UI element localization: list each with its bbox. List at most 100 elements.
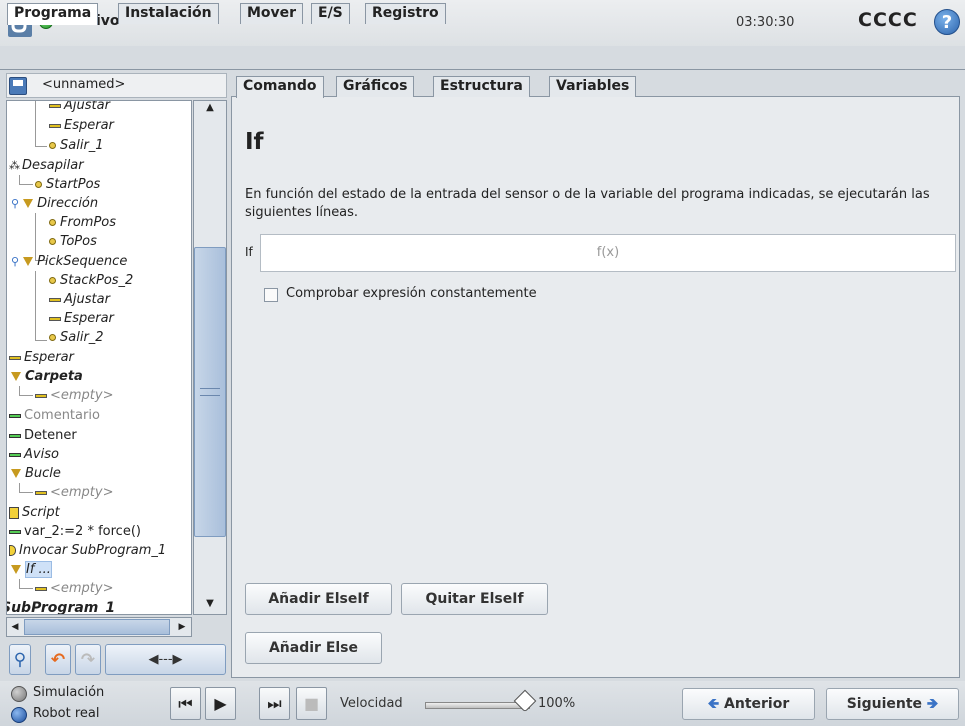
play-icon[interactable]: ▶ bbox=[205, 687, 236, 720]
tab-graficos[interactable]: Gráficos bbox=[336, 76, 415, 97]
waypoint-icon bbox=[49, 219, 56, 226]
if-label: If bbox=[245, 245, 253, 259]
real-robot-label[interactable]: Robot real bbox=[33, 706, 99, 721]
step-icon[interactable]: ⏭ bbox=[259, 687, 290, 720]
tree-node[interactable]: Ajustar bbox=[49, 291, 110, 309]
tree-node[interactable]: Aviso bbox=[9, 446, 59, 464]
check-continuously-label[interactable]: Comprobar expresión constantemente bbox=[286, 286, 537, 301]
tree-node[interactable]: StackPos_2 bbox=[49, 272, 133, 290]
speed-slider[interactable] bbox=[425, 702, 530, 709]
tree-node[interactable]: <empty> bbox=[35, 387, 114, 405]
wait-icon bbox=[49, 103, 61, 108]
search-icon[interactable]: ⚲ bbox=[9, 644, 31, 675]
tree-node-selected[interactable]: If ... bbox=[11, 561, 52, 579]
next-button[interactable]: Siguiente 🡺 bbox=[826, 688, 959, 720]
tree-node[interactable]: Bucle bbox=[11, 465, 61, 483]
tab-registro[interactable]: Registro bbox=[365, 3, 446, 24]
expand-icon: ⚲ bbox=[11, 255, 20, 268]
if-icon bbox=[11, 565, 21, 574]
tab-instalacion[interactable]: Instalación bbox=[118, 3, 219, 24]
program-tree[interactable]: Ajustar Esperar Salir_1 Desapilar StartP… bbox=[6, 100, 192, 615]
scroll-grip-icon bbox=[200, 388, 220, 396]
real-robot-radio[interactable] bbox=[11, 707, 27, 723]
wait-icon bbox=[49, 123, 61, 128]
waypoint-icon bbox=[49, 334, 56, 341]
add-else-button[interactable]: Añadir Else bbox=[245, 632, 382, 664]
save-icon[interactable] bbox=[9, 77, 27, 95]
help-icon[interactable]: ? bbox=[934, 9, 960, 35]
folder-icon bbox=[23, 257, 34, 266]
folder-icon bbox=[23, 199, 34, 208]
tree-node[interactable]: ⚲ Dirección bbox=[11, 195, 98, 213]
clock: 03:30:30 bbox=[736, 15, 795, 30]
scroll-right-icon[interactable]: ▶ bbox=[174, 619, 190, 635]
halt-icon bbox=[9, 433, 21, 438]
main-tab-bar bbox=[0, 46, 965, 70]
tree-node[interactable]: Esperar bbox=[49, 310, 114, 328]
tree-node[interactable]: <empty> bbox=[35, 580, 114, 598]
arrow-right-icon: 🡺 bbox=[926, 696, 939, 712]
simulation-label[interactable]: Simulación bbox=[33, 685, 104, 700]
previous-button[interactable]: 🡸 Anterior bbox=[682, 688, 815, 720]
tree-node[interactable]: FromPos bbox=[49, 214, 116, 232]
tree-node[interactable]: Salir_1 bbox=[49, 137, 104, 155]
skip-back-icon[interactable]: ⏮ bbox=[170, 687, 201, 720]
tree-node[interactable]: Comentario bbox=[9, 407, 100, 425]
add-elseif-button[interactable]: Añadir ElseIf bbox=[245, 583, 392, 615]
waypoint-icon bbox=[49, 277, 56, 284]
tree-node[interactable]: var_2:=2 * force() bbox=[9, 523, 141, 541]
tree-node[interactable]: Carpeta bbox=[11, 368, 83, 386]
tree-node[interactable]: ⚲ PickSequence bbox=[11, 253, 127, 271]
hscroll-thumb[interactable] bbox=[24, 619, 170, 635]
comment-icon bbox=[9, 413, 21, 418]
popup-icon bbox=[9, 452, 21, 457]
tree-node[interactable]: ToPos bbox=[49, 233, 97, 251]
pallet-icon bbox=[9, 157, 21, 175]
tree-node[interactable]: StartPos bbox=[35, 176, 100, 194]
check-continuously-checkbox[interactable] bbox=[264, 288, 278, 302]
tab-variables[interactable]: Variables bbox=[549, 76, 637, 97]
tree-node[interactable]: Esperar bbox=[9, 349, 74, 367]
tree-node[interactable]: Desapilar bbox=[9, 157, 84, 175]
wait-icon bbox=[49, 297, 61, 302]
redo-icon[interactable]: ↷ bbox=[75, 644, 101, 675]
undo-icon[interactable]: ↶ bbox=[45, 644, 71, 675]
tree-node[interactable]: Esperar bbox=[49, 117, 114, 135]
wait-icon bbox=[35, 586, 47, 591]
program-filename: <unnamed> bbox=[42, 77, 126, 92]
tab-mover[interactable]: Mover bbox=[240, 3, 304, 24]
remove-elseif-button[interactable]: Quitar ElseIf bbox=[401, 583, 548, 615]
tree-node[interactable]: Ajustar bbox=[49, 101, 110, 115]
speed-label: Velocidad bbox=[340, 696, 403, 711]
tab-es[interactable]: E/S bbox=[311, 3, 350, 24]
waypoint-icon bbox=[49, 142, 56, 149]
robot-name: CCCC bbox=[858, 9, 918, 31]
tree-node[interactable]: Salir_2 bbox=[49, 329, 104, 347]
tab-estructura[interactable]: Estructura bbox=[433, 76, 530, 97]
assignment-icon bbox=[9, 529, 21, 534]
loop-icon bbox=[11, 469, 21, 478]
simulation-radio[interactable] bbox=[11, 686, 27, 702]
wait-icon bbox=[9, 355, 21, 360]
expression-field[interactable]: f(x) bbox=[260, 234, 956, 272]
wait-icon bbox=[49, 316, 61, 321]
move-node-icon[interactable]: ◀---▶ bbox=[105, 644, 226, 675]
scroll-up-icon[interactable]: ▲ bbox=[194, 102, 226, 122]
expand-icon: ⚲ bbox=[11, 197, 20, 210]
tree-node[interactable]: Script bbox=[9, 504, 60, 522]
tab-programa[interactable]: Programa bbox=[7, 3, 99, 25]
tree-node[interactable]: Detener bbox=[9, 427, 77, 445]
tree-node[interactable]: SubProgram_1 bbox=[7, 599, 115, 614]
scroll-left-icon[interactable]: ◀ bbox=[8, 619, 22, 635]
command-title: If bbox=[245, 129, 264, 155]
subprogram-call-icon bbox=[9, 545, 16, 556]
scroll-down-icon[interactable]: ▼ bbox=[194, 598, 226, 614]
tree-node[interactable]: Invocar SubProgram_1 bbox=[9, 542, 166, 560]
stop-icon[interactable]: ■ bbox=[296, 687, 327, 720]
tree-node[interactable]: <empty> bbox=[35, 484, 114, 502]
wait-icon bbox=[35, 490, 47, 495]
command-description: En función del estado de la entrada del … bbox=[245, 187, 930, 220]
tab-comando[interactable]: Comando bbox=[236, 76, 324, 98]
script-icon bbox=[9, 506, 19, 519]
waypoint-icon bbox=[49, 238, 56, 245]
